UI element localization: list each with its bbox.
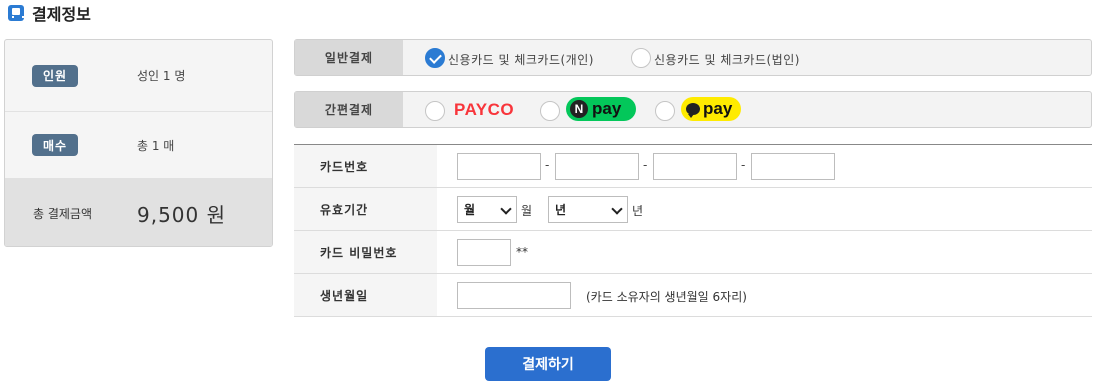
birth-hint: (카드 소유자의 생년월일 6자리) [586,290,747,304]
card-number-label: 카드번호 [294,145,437,187]
simple-payment-label: 간편결제 [295,92,403,127]
tickets-badge: 매수 [32,134,78,156]
radio-corporate-card[interactable] [631,48,651,68]
card-number-input-4[interactable] [751,153,835,180]
expiry-year-select[interactable]: 년 [548,196,628,223]
month-unit: 월 [521,204,533,218]
total-label: 총 결제금액 [33,206,93,221]
radio-payco[interactable] [425,101,445,121]
page-title: 결제정보 [32,5,91,24]
card-number-input-3[interactable] [653,153,737,180]
summary-row-tickets: 매수 총 1 매 [5,112,272,178]
pay-button[interactable]: 결제하기 [485,347,611,381]
password-label: 카드 비밀번호 [294,231,437,273]
separator: - [545,158,550,172]
password-suffix: ** [516,245,528,259]
expiry-row: 유효기간 월 월 년 년 [294,188,1092,231]
payco-logo[interactable]: PAYCO [454,100,514,120]
separator: - [643,158,648,172]
naverpay-text: pay [592,99,622,118]
radio-naverpay[interactable] [540,101,560,121]
naverpay-logo[interactable]: N pay [566,97,636,121]
radio-kakaopay[interactable] [655,101,675,121]
kakaopay-logo[interactable]: pay [681,97,741,121]
birth-label: 생년월일 [294,274,437,316]
card-number-row: 카드번호 - - - [294,145,1092,188]
year-unit: 년 [632,204,644,218]
card-form: 카드번호 - - - 유효기간 월 월 년 년 카드 비밀번호 ** 생년월일 … [294,144,1092,317]
speech-bubble-icon [686,103,700,118]
password-row: 카드 비밀번호 ** [294,231,1092,274]
tickets-value: 총 1 매 [137,138,175,153]
corporate-card-label[interactable]: 신용카드 및 체크카드(법인) [654,51,800,68]
card-number-input-1[interactable] [457,153,541,180]
expiry-month-select[interactable]: 월 [457,196,517,223]
people-value: 성인 1 명 [137,69,186,83]
section-title: 결제정보 [8,0,91,26]
summary-row-total: 총 결제금액 9,500 원 [5,178,272,246]
birth-row: 생년월일 (카드 소유자의 생년월일 6자리) [294,274,1092,317]
general-payment-label: 일반결제 [295,40,403,75]
naver-n-icon: N [570,100,588,118]
birth-date-input[interactable] [457,282,571,309]
payment-summary: 인원 성인 1 명 매수 총 1 매 총 결제금액 9,500 원 [4,39,273,247]
expiry-label: 유효기간 [294,188,437,230]
general-payment-bar: 일반결제 신용카드 및 체크카드(개인) 신용카드 및 체크카드(법인) [294,39,1092,76]
summary-row-people: 인원 성인 1 명 [5,40,272,112]
bus-icon [8,5,24,21]
total-amount: 9,500 원 [137,202,227,227]
separator: - [741,158,746,172]
card-number-input-2[interactable] [555,153,639,180]
people-badge: 인원 [32,64,78,87]
simple-payment-bar: 간편결제 PAYCO N pay pay [294,91,1092,128]
card-password-input[interactable] [457,239,511,266]
radio-personal-card[interactable] [425,48,445,68]
kakaopay-text: pay [703,99,733,118]
personal-card-label[interactable]: 신용카드 및 체크카드(개인) [448,51,594,68]
